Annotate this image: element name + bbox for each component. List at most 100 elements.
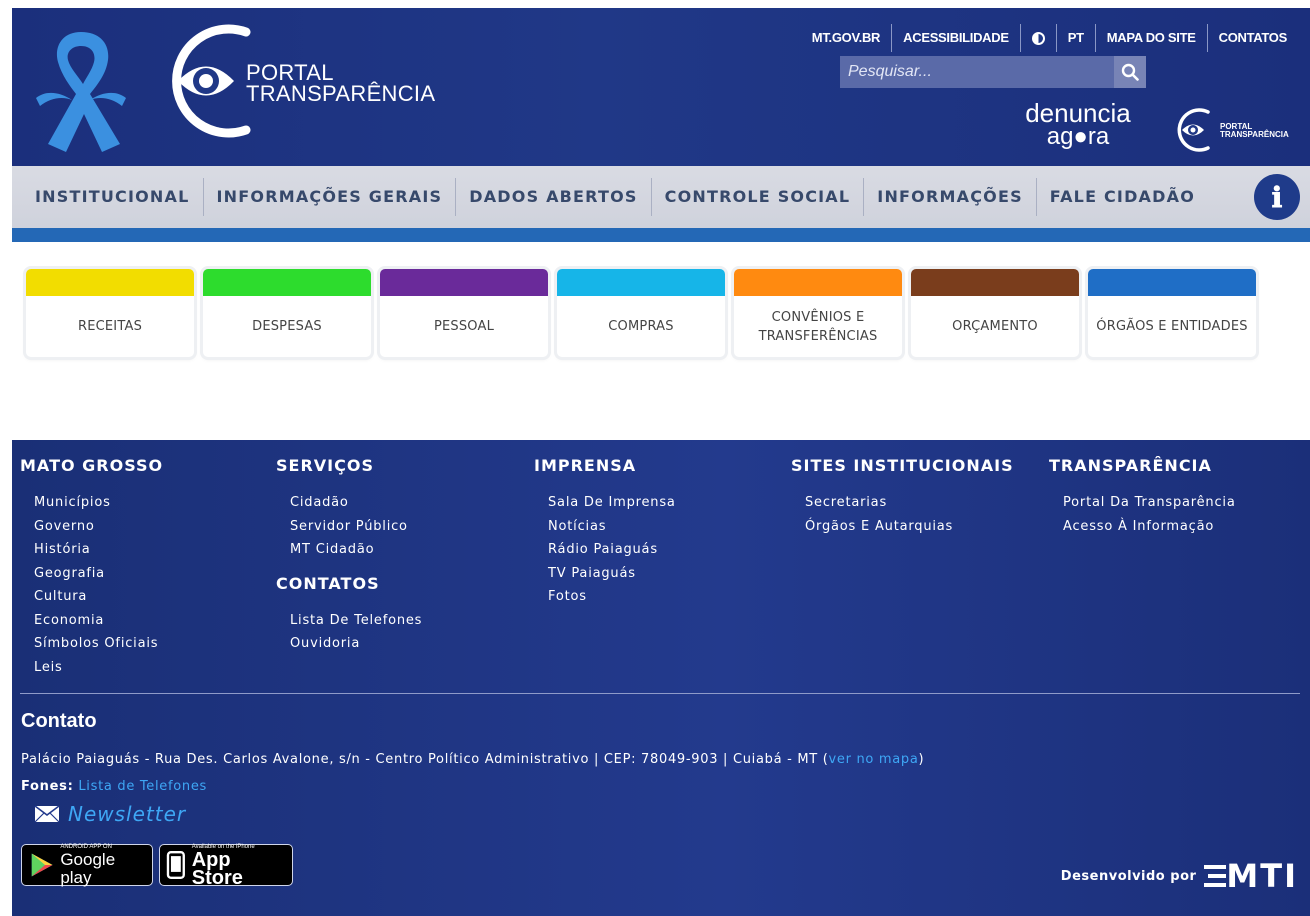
tile-compras[interactable]: COMPRAS [557, 269, 725, 357]
footer-link[interactable]: Símbolos Oficiais [34, 636, 158, 651]
nav-item-informacoes[interactable]: INFORMAÇÕES [863, 178, 1036, 216]
awareness-ribbon-icon [36, 32, 126, 152]
footer-link[interactable]: História [34, 542, 91, 557]
footer-link[interactable]: Servidor Público [290, 519, 408, 534]
footer-list-item: Fotos [548, 585, 676, 609]
footer-list-item: Portal Da Transparência [1063, 491, 1236, 515]
tile-despesas[interactable]: DESPESAS [203, 269, 371, 357]
footer-col-mato-grosso: MATO GROSSO Municípios Governo História Geo… [20, 456, 163, 679]
footer-col-sites: SITES INSTITUCIONAIS Secretarias Órgãos E… [791, 456, 1014, 538]
footer-link[interactable]: Portal Da Transparência [1063, 495, 1236, 510]
small-logo-ring [1177, 108, 1210, 152]
newsletter-link[interactable]: Newsletter [34, 802, 186, 826]
info-icon[interactable]: ℹ [1254, 174, 1300, 220]
footer-link[interactable]: Geografia [34, 566, 105, 581]
footer-link[interactable]: Municípios [34, 495, 111, 510]
footer-list: Portal Da Transparência Acesso À Informaç… [1049, 491, 1236, 538]
footer-link[interactable]: Leis [34, 660, 63, 675]
footer-list-item: Órgãos E Autarquias [805, 515, 1014, 539]
footer-link[interactable]: Notícias [548, 519, 606, 534]
tile-receitas[interactable]: RECEITAS [26, 269, 194, 357]
tile-color-bar [203, 269, 371, 296]
footer-list: Sala De Imprensa Notícias Rádio Paiaguás TV… [534, 491, 676, 609]
category-tiles: RECEITAS DESPESAS PESSOAL COMPRAS CONVÊN… [26, 269, 1265, 357]
footer-col-servicos: SERVIÇOS Cidadão Servidor Público MT Cidad… [276, 456, 422, 656]
footer-link[interactable]: TV Paiaguás [548, 566, 636, 581]
footer-link[interactable]: Fotos [548, 589, 587, 604]
portal-transparencia-logo[interactable]: PORTAL TRANSPARÊNCIA [150, 16, 470, 146]
footer-list-item: Municípios [34, 491, 163, 515]
footer-divider [20, 693, 1300, 694]
search-input[interactable] [840, 56, 1114, 88]
portal-transparencia-small-logo[interactable]: PORTAL TRANSPARÊNCIA [1172, 106, 1306, 154]
logo-text: PORTAL TRANSPARÊNCIA [246, 62, 436, 106]
footer-list-item: Economia [34, 609, 163, 633]
google-play-badge[interactable]: ANDROID APP ON Google play [21, 844, 153, 886]
footer-list-item: TV Paiaguás [548, 562, 676, 586]
tile-label: DESPESAS [252, 319, 322, 334]
main-nav: INSTITUCIONAL INFORMAÇÕES GERAIS DADOS A… [12, 166, 1310, 242]
footer-list-item: Notícias [548, 515, 676, 539]
footer-col-transparencia: TRANSPARÊNCIA Portal Da Transparência Ace… [1049, 456, 1236, 538]
tile-orcamento[interactable]: ORÇAMENTO [911, 269, 1079, 357]
footer-link[interactable]: Órgãos E Autarquias [805, 519, 953, 534]
contrast-toggle[interactable] [1019, 24, 1056, 52]
nav-item-dados-abertos[interactable]: DADOS ABERTOS [455, 178, 650, 216]
nav-item-institucional[interactable]: INSTITUCIONAL [22, 178, 203, 216]
contato-heading: Contato [21, 710, 97, 732]
mti-logo[interactable]: MTI [1226, 860, 1298, 892]
fones-label: Fones: [21, 779, 74, 794]
footer-link[interactable]: Ouvidoria [290, 636, 360, 651]
denuncia-agora-logo[interactable]: denuncia ag●ra [1022, 100, 1134, 158]
lista-telefones-link[interactable]: Lista de Telefones [78, 779, 207, 794]
link-acessibilidade[interactable]: ACESSIBILIDADE [891, 24, 1020, 52]
footer-heading-mato-grosso: MATO GROSSO [20, 456, 164, 475]
footer-link[interactable]: Economia [34, 613, 104, 628]
footer-list-item: Acesso À Informação [1063, 515, 1236, 539]
ver-no-mapa-link[interactable]: ver no mapa [828, 752, 918, 767]
google-play-big: Google play [60, 849, 116, 887]
link-mt-gov[interactable]: MT.GOV.BR [801, 24, 891, 52]
site-footer: MATO GROSSO Municípios Governo História Geo… [12, 440, 1310, 916]
footer-link[interactable]: Sala De Imprensa [548, 495, 676, 510]
footer-link[interactable]: Secretarias [805, 495, 887, 510]
footer-list: Lista De Telefones Ouvidoria [276, 609, 422, 656]
footer-link[interactable]: MT Cidadão [290, 542, 374, 557]
footer-link[interactable]: Acesso À Informação [1063, 519, 1214, 534]
tile-color-bar [1088, 269, 1256, 296]
footer-link[interactable]: Governo [34, 519, 95, 534]
link-contatos[interactable]: CONTATOS [1206, 24, 1298, 52]
tile-convenios[interactable]: CONVÊNIOS E TRANSFERÊNCIAS [734, 269, 902, 357]
footer-list: Secretarias Órgãos E Autarquias [791, 491, 1014, 538]
top-links: MT.GOV.BR ACESSIBILIDADE PT MAPA DO SITE… [801, 24, 1298, 52]
envelope-icon [34, 805, 60, 823]
search-icon [1121, 63, 1139, 81]
footer-heading-transparencia: TRANSPARÊNCIA [1049, 456, 1212, 475]
app-store-text: Available on the iPhone App Store [192, 844, 286, 888]
app-store-badge[interactable]: Available on the iPhone App Store [159, 844, 293, 888]
link-language-pt[interactable]: PT [1055, 24, 1095, 52]
nav-item-informacoes-gerais[interactable]: INFORMAÇÕES GERAIS [202, 178, 456, 216]
footer-list-item: Cidadão [290, 491, 422, 515]
link-mapa-do-site[interactable]: MAPA DO SITE [1094, 24, 1207, 52]
tile-orgaos[interactable]: ÓRGÃOS E ENTIDADES [1088, 269, 1256, 357]
nav-item-fale-cidadao[interactable]: FALE CIDADÃO [1035, 178, 1208, 216]
footer-link[interactable]: Cultura [34, 589, 87, 604]
footer-link[interactable]: Lista De Telefones [290, 613, 422, 628]
footer-col-imprensa: IMPRENSA Sala De Imprensa Notícias Rádio P… [534, 456, 676, 609]
footer-list-item: Lista De Telefones [290, 609, 422, 633]
logo-line-2: TRANSPARÊNCIA [246, 81, 436, 106]
footer-link[interactable]: Cidadão [290, 495, 349, 510]
tile-label: ÓRGÃOS E ENTIDADES [1096, 319, 1248, 334]
site-header: PORTAL TRANSPARÊNCIA MT.GOV.BR ACESSIBIL… [12, 8, 1310, 166]
nav-item-controle-social[interactable]: CONTROLE SOCIAL [650, 178, 864, 216]
tile-color-bar [911, 269, 1079, 296]
address-end: ) [918, 752, 925, 767]
tile-label: RECEITAS [77, 319, 143, 334]
footer-list-item: Símbolos Oficiais [34, 632, 163, 656]
footer-link[interactable]: Rádio Paiaguás [548, 542, 658, 557]
small-logo-text: PORTAL TRANSPARÊNCIA [1220, 123, 1289, 139]
tile-pessoal[interactable]: PESSOAL [380, 269, 548, 357]
search-button[interactable] [1114, 56, 1146, 88]
developed-by: Desenvolvido por MTI [1061, 860, 1298, 892]
